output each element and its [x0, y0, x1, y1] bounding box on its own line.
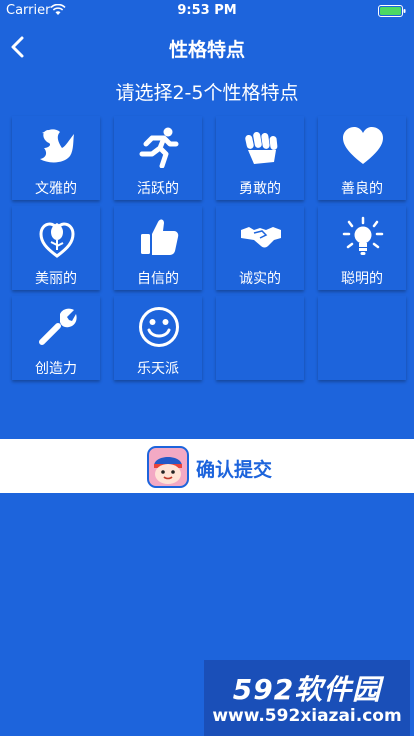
smiley-icon [139, 307, 179, 347]
trait-tile-active[interactable]: 活跃的 [114, 116, 202, 200]
trait-tile-confident[interactable]: 自信的 [114, 206, 202, 290]
trait-tile-creative[interactable]: 创造力 [12, 296, 100, 380]
trait-label: 文雅的 [35, 181, 77, 197]
battery-icon [378, 5, 406, 17]
trait-tile-elegant[interactable]: 文雅的 [12, 116, 100, 200]
page-title: 性格特点 [168, 39, 245, 61]
instruction-text: 请选择2-5个性格特点 [115, 82, 299, 104]
lightbulb-icon [342, 216, 384, 255]
rose-heart-icon [39, 222, 75, 258]
trait-tile-kind[interactable]: 善良的 [318, 116, 406, 200]
watermark-url: www.592xiazai.com [212, 706, 402, 726]
swan-icon [40, 129, 74, 163]
app-avatar-icon [147, 446, 189, 488]
trait-tile-smart[interactable]: 聪明的 [318, 206, 406, 290]
trait-label: 善良的 [341, 181, 383, 197]
confirm-submit-label: 确认提交 [196, 459, 273, 481]
trait-label: 乐天派 [137, 361, 179, 377]
trait-label: 自信的 [137, 271, 179, 287]
confirm-submit-button[interactable]: 确认提交 [0, 439, 414, 493]
trait-label: 创造力 [35, 361, 77, 377]
watermark-brand: 592软件园 [232, 673, 382, 706]
handshake-icon [241, 227, 281, 248]
status-bar: Carrier 9:53 PM [0, 0, 414, 22]
runner-icon [139, 127, 179, 168]
trait-tile-beautiful[interactable]: 美丽的 [12, 206, 100, 290]
trait-tile-honest[interactable]: 诚实的 [216, 206, 304, 290]
trait-tile-optimistic[interactable]: 乐天派 [114, 296, 202, 380]
trait-label: 勇敢的 [239, 181, 281, 197]
watermark: 592软件园 www.592xiazai.com [204, 660, 410, 736]
empty-tile [318, 296, 406, 380]
navigation-bar: 性格特点 [0, 22, 414, 72]
trait-label: 诚实的 [239, 271, 281, 287]
empty-tile [216, 296, 304, 380]
trait-label: 活跃的 [137, 181, 179, 197]
clock: 9:53 PM [177, 3, 237, 18]
trait-label: 聪明的 [341, 271, 383, 287]
wrench-icon [39, 308, 77, 345]
fist-icon [245, 131, 278, 164]
thumbs-up-icon [141, 219, 179, 255]
heart-icon [343, 127, 383, 164]
trait-label: 美丽的 [35, 271, 77, 287]
trait-tile-brave[interactable]: 勇敢的 [216, 116, 304, 200]
